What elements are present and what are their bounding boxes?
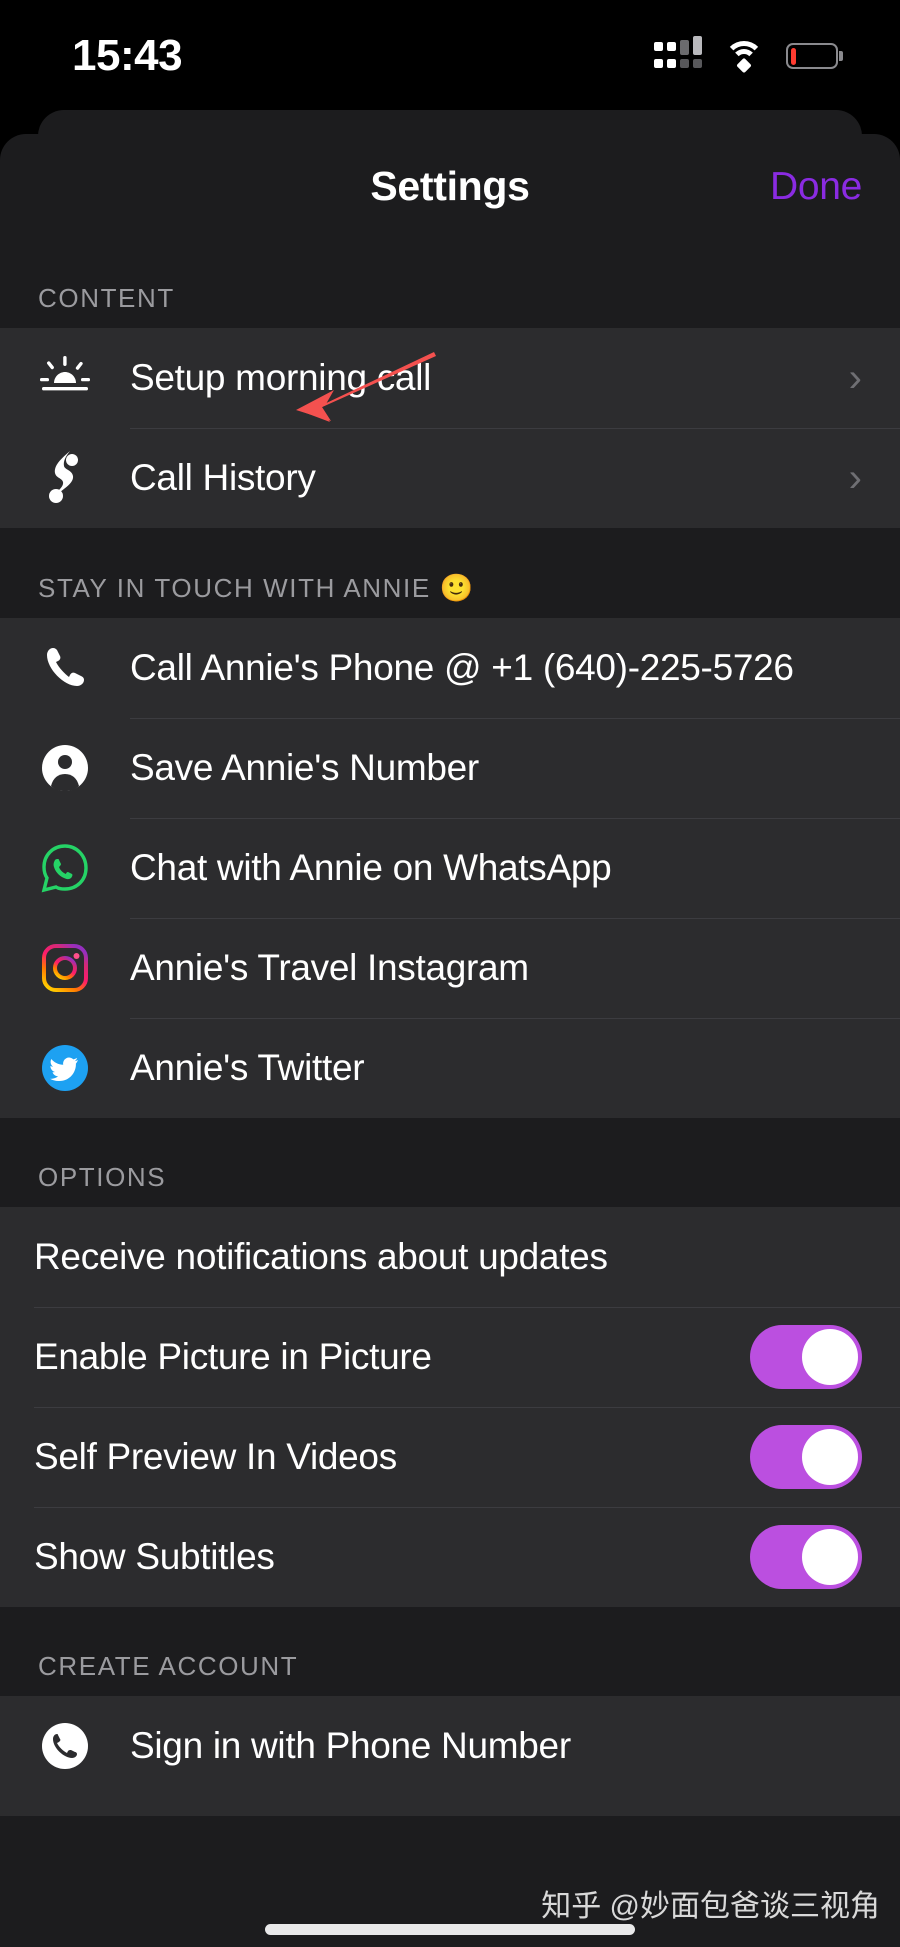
call-history-icon — [38, 451, 92, 505]
row-chat-whatsapp[interactable]: Chat with Annie on WhatsApp — [0, 818, 900, 918]
row-call-annies-phone[interactable]: Call Annie's Phone @ +1 (640)-225-5726 — [0, 618, 900, 718]
section-group-content: Setup morning call › Call History › — [0, 328, 900, 528]
toggle-knob — [802, 1429, 858, 1485]
status-bar: 15:43 — [0, 0, 900, 112]
row-label: Save Annie's Number — [130, 747, 479, 788]
settings-sheet: Settings Done CONTENT Setup morning call… — [0, 134, 900, 1947]
section-header-options: OPTIONS — [0, 1118, 900, 1207]
smiley-emoji-icon: 🙂 — [439, 573, 474, 603]
row-label: Annie's Twitter — [130, 1047, 365, 1088]
row-setup-morning-call[interactable]: Setup morning call › — [0, 328, 900, 428]
toggle-picture-in-picture[interactable] — [750, 1325, 862, 1389]
section-group-create-account: Sign in with Phone Number — [0, 1696, 900, 1816]
row-enable-picture-in-picture[interactable]: Enable Picture in Picture — [0, 1307, 900, 1407]
chevron-right-icon: › — [848, 456, 862, 500]
phone-icon — [38, 641, 92, 695]
row-label: Show Subtitles — [34, 1536, 275, 1577]
status-bar-clock: 15:43 — [72, 31, 183, 80]
wifi-icon — [724, 41, 764, 74]
phone-screen: 15:43 Settings Done CONTENT Setup mornin… — [0, 0, 900, 1947]
row-annies-twitter[interactable]: Annie's Twitter — [0, 1018, 900, 1118]
row-label: Receive notifications about updates — [34, 1236, 608, 1277]
cellular-signal-icon — [654, 36, 702, 72]
row-label: Enable Picture in Picture — [34, 1336, 432, 1377]
row-self-preview-in-videos[interactable]: Self Preview In Videos — [0, 1407, 900, 1507]
chevron-right-icon: › — [848, 356, 862, 400]
done-button[interactable]: Done — [770, 165, 862, 209]
row-call-history[interactable]: Call History › — [0, 428, 900, 528]
twitter-icon — [38, 1041, 92, 1095]
row-save-annies-number[interactable]: Save Annie's Number — [0, 718, 900, 818]
section-header-stay-in-touch: STAY IN TOUCH WITH ANNIE 🙂 — [0, 528, 900, 618]
section-group-options: Receive notifications about updates Enab… — [0, 1207, 900, 1607]
row-label: Self Preview In Videos — [34, 1436, 397, 1477]
section-group-stay-in-touch: Call Annie's Phone @ +1 (640)-225-5726 S… — [0, 618, 900, 1118]
section-header-create-account: CREATE ACCOUNT — [0, 1607, 900, 1696]
row-label: Call History — [130, 457, 316, 498]
toggle-self-preview[interactable] — [750, 1425, 862, 1489]
row-label: Chat with Annie on WhatsApp — [130, 847, 612, 888]
row-show-subtitles[interactable]: Show Subtitles — [0, 1507, 900, 1607]
row-receive-notifications[interactable]: Receive notifications about updates — [0, 1207, 900, 1307]
sunrise-icon — [38, 351, 92, 405]
status-bar-indicators — [654, 36, 838, 74]
row-label: Sign in with Phone Number — [130, 1725, 571, 1766]
phone-circle-icon — [38, 1719, 92, 1773]
home-indicator — [265, 1924, 635, 1935]
zhihu-watermark: 知乎 @妙面包爸谈三视角 — [541, 1890, 880, 1923]
section-header-content: CONTENT — [0, 239, 900, 328]
toggle-show-subtitles[interactable] — [750, 1525, 862, 1589]
toggle-knob — [802, 1329, 858, 1385]
row-annies-instagram[interactable]: Annie's Travel Instagram — [0, 918, 900, 1018]
whatsapp-icon — [38, 841, 92, 895]
section-header-text: STAY IN TOUCH WITH ANNIE — [38, 573, 431, 603]
row-label: Setup morning call — [130, 357, 432, 398]
page-title: Settings — [370, 163, 530, 209]
instagram-icon — [38, 941, 92, 995]
row-label: Annie's Travel Instagram — [130, 947, 529, 988]
person-circle-icon — [38, 741, 92, 795]
battery-low-icon — [786, 43, 838, 69]
navigation-bar: Settings Done — [0, 134, 900, 239]
toggle-knob — [802, 1529, 858, 1585]
row-sign-in-with-phone-number[interactable]: Sign in with Phone Number — [0, 1696, 900, 1796]
row-label: Call Annie's Phone @ +1 (640)-225-5726 — [130, 647, 794, 688]
